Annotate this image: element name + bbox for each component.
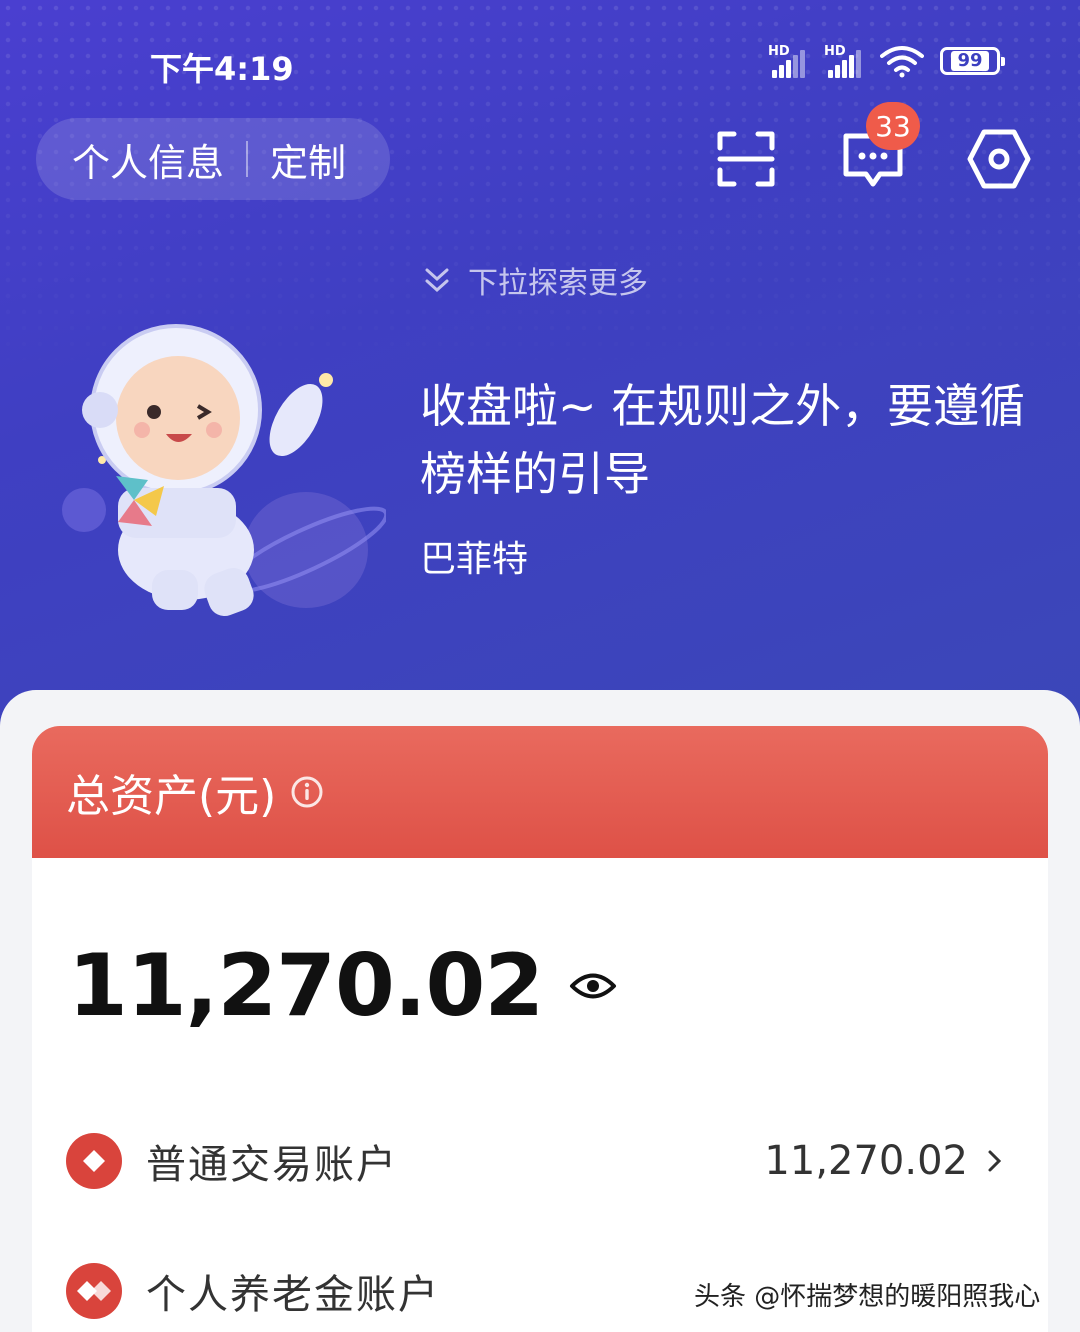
battery-level: 99 [951, 51, 989, 71]
pull-down-hint[interactable]: 下拉探索更多 [424, 258, 648, 302]
total-assets-title: 总资产(元) [66, 771, 277, 822]
account-name: 普通交易账户 [146, 1142, 398, 1188]
daily-quote: 收盘啦~ 在规则之外，要遵循榜样的引导 [420, 379, 1026, 501]
wifi-icon [880, 46, 924, 78]
pension-logo-icon [66, 1263, 122, 1319]
customize-button[interactable]: 定制 [270, 132, 346, 187]
account-logo-icon [66, 1133, 122, 1189]
scan-icon[interactable] [716, 130, 776, 188]
assets-card-header: 总资产(元) [32, 726, 1048, 858]
quote-author: 巴菲特 [420, 539, 529, 580]
watermark-text: 头条 @怀揣梦想的暖阳照我心 [694, 1282, 1041, 1312]
signal-icon: HD [768, 44, 808, 78]
total-assets-row: 11,270.02 [68, 936, 617, 1036]
pill-divider [246, 141, 249, 177]
info-icon[interactable] [290, 775, 324, 809]
total-assets-value: 11,270.02 [68, 936, 544, 1036]
total-assets-card: 总资产(元) 11,270.02 普通交易账户 11,270.02 个人养老金账… [32, 726, 1048, 1332]
pull-hint-text: 下拉探索更多 [468, 266, 648, 301]
settings-icon[interactable] [966, 126, 1032, 192]
profile-pill: 个人信息 定制 [36, 118, 390, 200]
message-badge: 33 [866, 102, 920, 150]
eye-icon[interactable] [569, 969, 617, 1003]
personal-info-button[interactable]: 个人信息 [72, 132, 224, 187]
signal-icon: HD [824, 44, 864, 78]
status-time: 下午4:19 [150, 50, 294, 88]
status-icons: HD HD 99 [768, 44, 1005, 78]
chevron-right-icon [988, 1150, 1002, 1172]
account-name: 个人养老金账户 [146, 1272, 440, 1318]
account-row-regular[interactable]: 普通交易账户 11,270.02 [66, 1126, 1006, 1196]
hero-banner: 下午4:19 HD HD 99 个人信息 定制 33 下拉探索更多 收盘啦~ 在… [0, 0, 1080, 740]
chevron-down-icon [425, 268, 449, 293]
battery-icon: 99 [940, 47, 1005, 75]
account-amount: 11,270.02 [764, 1138, 968, 1184]
astronaut-mascot [62, 324, 386, 617]
